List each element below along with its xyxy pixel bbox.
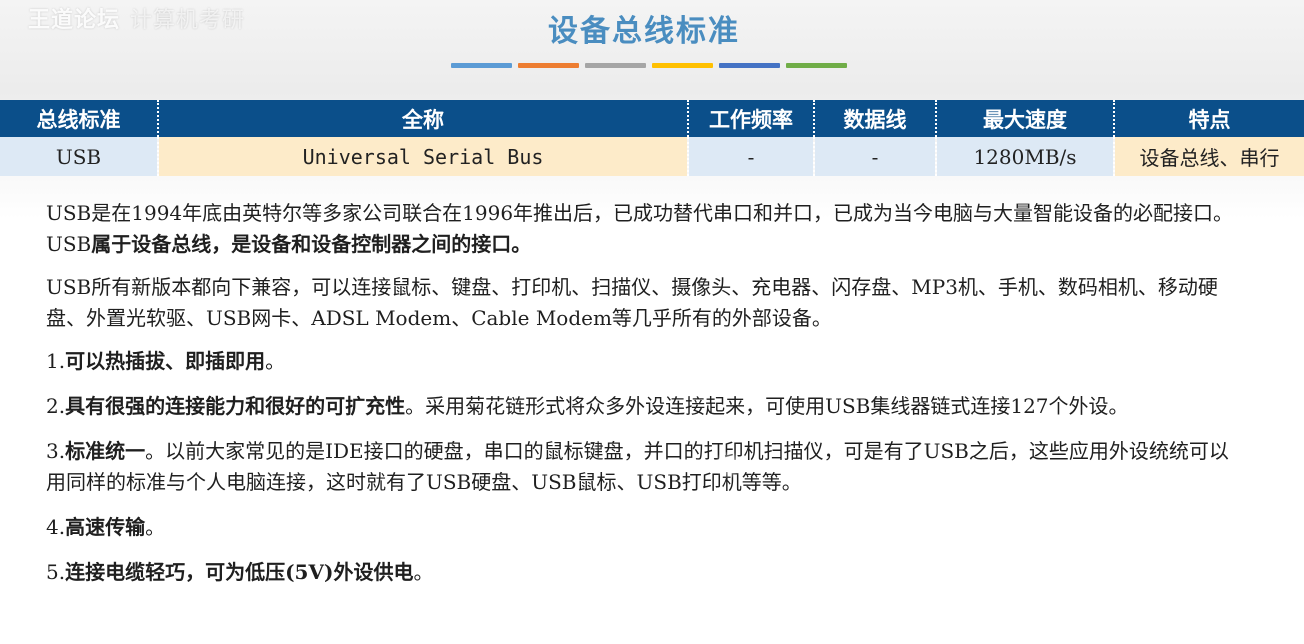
item-text: 。 — [413, 560, 434, 584]
item-text: 。采用菊花链形式将众多外设连接起来，可使用USB集线器链式连接127个外设。 — [405, 394, 1129, 418]
item-bold: 具有很强的连接能力和很好的可扩充性 — [65, 394, 406, 418]
paragraph-intro: USB是在1994年底由英特尔等多家公司联合在1996年推出后，已成功替代串口和… — [46, 198, 1236, 260]
column-header: 工作频率 — [688, 100, 815, 137]
bus-standard-table: 总线标准 全称 工作频率 数据线 最大速度 特点 USB Universal S… — [0, 100, 1304, 176]
item-number: 3. — [46, 439, 66, 463]
column-header: 数据线 — [814, 100, 937, 137]
cell-bus-name: USB — [0, 137, 159, 176]
column-header: 总线标准 — [0, 100, 159, 137]
column-header: 全称 — [158, 100, 689, 137]
table-header-row: 总线标准 全称 工作频率 数据线 最大速度 特点 — [0, 100, 1304, 137]
table-row: USB Universal Serial Bus - - 1280MB/s 设备… — [0, 137, 1304, 176]
intro-bold: 属于设备总线，是设备和设备控制器之间的接口。 — [91, 232, 532, 256]
deco-bar — [719, 63, 780, 68]
column-header: 特点 — [1114, 100, 1304, 137]
cell-features: 设备总线、串行 — [1114, 137, 1304, 176]
cell-max-speed: 1280MB/s — [936, 137, 1115, 176]
item-text: 。以前大家常见的是IDE接口的硬盘，串口的鼠标键盘，并口的打印机扫描仪，可是有了… — [46, 439, 1229, 494]
feature-item-1: 1.可以热插拔、即插即用。 — [46, 346, 1236, 377]
cell-data-lines: - — [814, 137, 937, 176]
feature-item-3: 3.标准统一。以前大家常见的是IDE接口的硬盘，串口的鼠标键盘，并口的打印机扫描… — [46, 436, 1236, 498]
usb-description: USB是在1994年底由英特尔等多家公司联合在1996年推出后，已成功替代串口和… — [46, 198, 1236, 602]
feature-item-4: 4.高速传输。 — [46, 512, 1236, 543]
paragraph-compatibility: USB所有新版本都向下兼容，可以连接鼠标、键盘、打印机、扫描仪、摄像头、充电器、… — [46, 275, 1218, 330]
deco-bar — [518, 63, 579, 68]
cell-frequency: - — [688, 137, 815, 176]
deco-bar — [786, 63, 847, 68]
deco-bar — [585, 63, 646, 68]
item-number: 5. — [46, 560, 66, 584]
cursor-glow — [712, 452, 744, 478]
item-text: 。 — [265, 349, 286, 373]
item-bold: 高速传输 — [65, 515, 146, 539]
cell-full-name: Universal Serial Bus — [158, 137, 689, 176]
item-text: 。 — [145, 515, 166, 539]
feature-item-2: 2.具有很强的连接能力和很好的可扩充性。采用菊花链形式将众多外设连接起来，可使用… — [46, 391, 1236, 422]
item-number: 4. — [46, 515, 66, 539]
item-number: 1. — [46, 349, 66, 373]
feature-item-5: 5.连接电缆轻巧，可为低压(5V)外设供电。 — [46, 557, 1236, 588]
deco-bar — [451, 63, 512, 68]
item-bold: 标准统一 — [65, 439, 146, 463]
column-header: 最大速度 — [936, 100, 1115, 137]
title-decoration-bars — [451, 63, 847, 68]
item-bold: 连接电缆轻巧，可为低压(5V)外设供电 — [65, 560, 414, 584]
deco-bar — [652, 63, 713, 68]
item-number: 2. — [46, 394, 66, 418]
item-bold: 可以热插拔、即插即用 — [65, 349, 266, 373]
slide-title: 设备总线标准 — [548, 14, 740, 49]
